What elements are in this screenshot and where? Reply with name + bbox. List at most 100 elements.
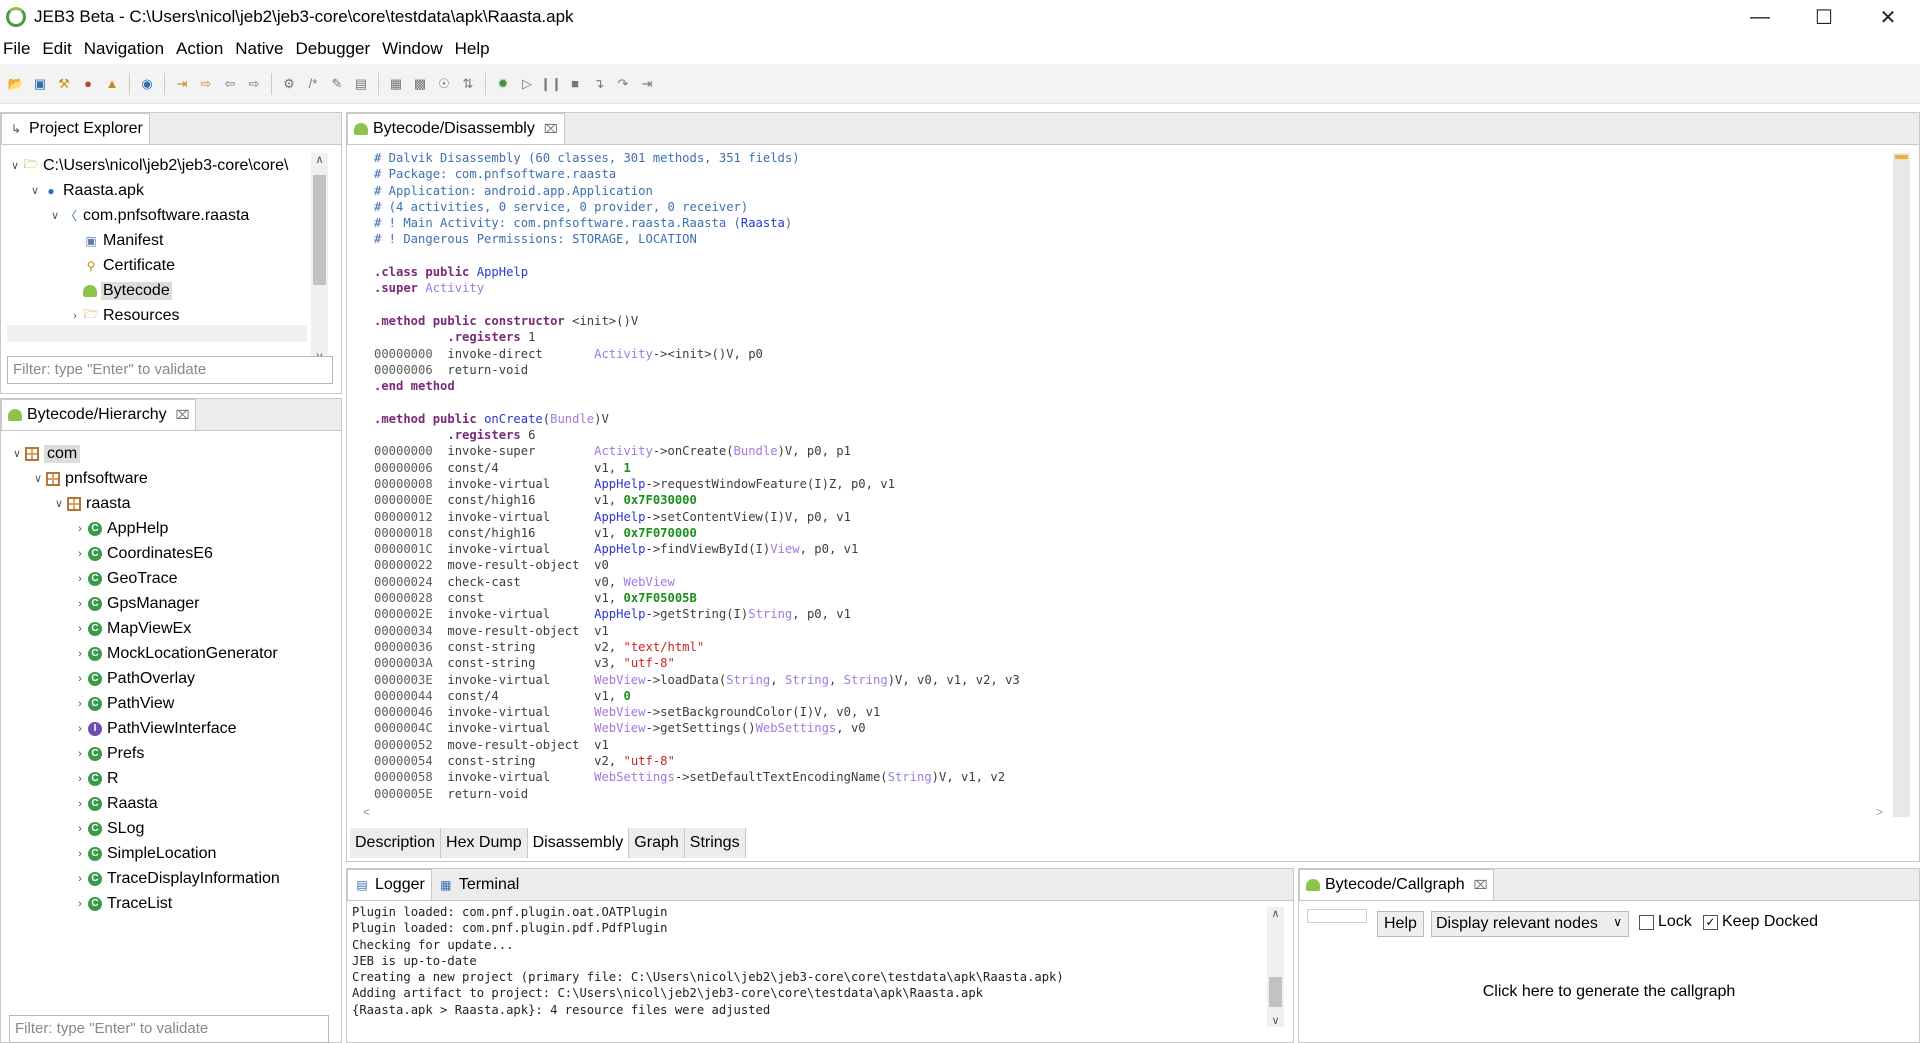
hierarchy-tree-item[interactable]: ∨ pnfsoftware — [9, 466, 329, 491]
hierarchy-tree-item[interactable]: ∨ com — [9, 441, 329, 466]
code-line[interactable]: 00000046 invoke-virtual WebView->setBack… — [374, 704, 1884, 720]
tab-graph[interactable]: Graph — [629, 828, 685, 858]
project-tree-item[interactable]: Bytecode — [7, 278, 313, 303]
code-line[interactable] — [374, 394, 1884, 410]
tab-strings[interactable]: Strings — [685, 828, 746, 858]
code-line[interactable]: .registers 6 — [374, 427, 1884, 443]
hierarchy-tree-item[interactable]: › C PathView — [9, 691, 329, 716]
code-line[interactable]: # ! Dangerous Permissions: STORAGE, LOCA… — [374, 231, 1884, 247]
minimize-button[interactable]: — — [1728, 0, 1792, 34]
code-line[interactable]: 00000024 check-cast v0, WebView — [374, 574, 1884, 590]
chevron-down-icon[interactable]: ∨ — [9, 447, 25, 460]
code-line[interactable]: 00000000 invoke-direct Activity-><init>(… — [374, 346, 1884, 362]
scroll-down-arrow-icon[interactable]: ∨ — [1267, 1014, 1284, 1027]
tab-bytecode-disassembly[interactable]: Bytecode/Disassembly ⌧ — [347, 113, 565, 144]
tab-disassembly[interactable]: Disassembly — [527, 828, 630, 858]
project-tree-item[interactable]: ∨ 🗁 C:\Users\nicol\jeb2\jeb3-core\core\ — [7, 153, 313, 178]
hierarchy-tree-item[interactable]: › C TraceDisplayInformation — [9, 866, 329, 891]
chevron-right-icon[interactable]: › — [67, 310, 83, 322]
logger-vertical-scrollbar[interactable]: ∧ ∨ — [1267, 907, 1284, 1027]
project-tree-item[interactable]: ⚲ Certificate — [7, 253, 313, 278]
scrollbar-thumb[interactable] — [1269, 977, 1282, 1007]
generate-callgraph-link[interactable]: Click here to generate the callgraph — [1299, 983, 1919, 1001]
run-icon[interactable]: ▷ — [517, 74, 537, 94]
project-tree-item[interactable]: ∨ 〈 com.pnfsoftware.raasta — [7, 203, 313, 228]
project-tree-vertical-scrollbar[interactable]: ∧ ∨ — [311, 153, 328, 363]
follow-icon[interactable]: ⇨ — [196, 74, 216, 94]
parse-icon[interactable]: ⚙ — [279, 74, 299, 94]
tab-description[interactable]: Description — [350, 828, 442, 858]
tab-logger[interactable]: ▤ Logger — [347, 869, 432, 900]
editor-vertical-scrollbar[interactable] — [1893, 153, 1910, 817]
chevron-right-icon[interactable]: › — [72, 773, 88, 785]
chevron-right-icon[interactable]: › — [72, 848, 88, 860]
chevron-right-icon[interactable]: › — [72, 573, 88, 585]
maximize-button[interactable]: ☐ — [1792, 0, 1856, 34]
chevron-right-icon[interactable]: › — [72, 898, 88, 910]
menu-navigation[interactable]: Navigation — [80, 39, 172, 59]
code-line[interactable]: 00000034 move-result-object v1 — [374, 623, 1884, 639]
menu-native[interactable]: Native — [231, 39, 291, 59]
lock-checkbox[interactable]: Lock — [1639, 913, 1692, 931]
hierarchy-tree-item[interactable]: › C PathOverlay — [9, 666, 329, 691]
step-into-icon[interactable]: ↴ — [589, 74, 609, 94]
chevron-right-icon[interactable]: › — [72, 823, 88, 835]
chevron-down-icon[interactable]: ∨ — [27, 184, 43, 197]
tab-hex-dump[interactable]: Hex Dump — [441, 828, 528, 858]
chevron-right-icon[interactable]: › — [72, 548, 88, 560]
code-line[interactable]: 00000008 invoke-virtual AppHelp->request… — [374, 476, 1884, 492]
code-line[interactable]: 00000022 move-result-object v0 — [374, 557, 1884, 573]
chevron-down-icon[interactable]: ∨ — [30, 472, 46, 485]
chevron-right-icon[interactable]: › — [72, 748, 88, 760]
hierarchy-tree-item[interactable]: › C TraceList — [9, 891, 329, 916]
chevron-down-icon[interactable]: ∨ — [51, 497, 67, 510]
code-line[interactable]: 00000052 move-result-object v1 — [374, 737, 1884, 753]
code-line[interactable]: .method public constructor <init>()V — [374, 313, 1884, 329]
scroll-right-arrow-icon[interactable]: > — [1876, 805, 1883, 819]
code-line[interactable]: 00000000 invoke-super Activity->onCreate… — [374, 443, 1884, 459]
code-line[interactable]: 0000003E invoke-virtual WebView->loadDat… — [374, 672, 1884, 688]
keep-docked-checkbox[interactable]: ✓ Keep Docked — [1703, 913, 1818, 931]
hierarchy-tree-item[interactable]: ∨ raasta — [9, 491, 329, 516]
hierarchy-tree-item[interactable]: › C AppHelp — [9, 516, 329, 541]
tab-bytecode-callgraph[interactable]: Bytecode/Callgraph ⌧ — [1299, 869, 1495, 900]
code-line[interactable]: # Application: android.app.Application — [374, 183, 1884, 199]
code-line[interactable]: # Package: com.pnfsoftware.raasta — [374, 166, 1884, 182]
help-button[interactable]: Help — [1377, 911, 1424, 937]
code-line[interactable]: .method public onCreate(Bundle)V — [374, 411, 1884, 427]
code-line[interactable]: # Dalvik Disassembly (60 classes, 301 me… — [374, 150, 1884, 166]
code-line[interactable]: 00000036 const-string v2, "text/html" — [374, 639, 1884, 655]
step-over-icon[interactable]: ↷ — [613, 74, 633, 94]
chevron-right-icon[interactable]: › — [72, 623, 88, 635]
code-line[interactable]: 00000044 const/4 v1, 0 — [374, 688, 1884, 704]
decompile-icon[interactable]: ▤ — [351, 74, 371, 94]
close-tab-icon[interactable]: ⌧ — [176, 408, 190, 422]
code-line[interactable]: 00000058 invoke-virtual WebSettings->set… — [374, 769, 1884, 785]
code-line[interactable]: 0000000E const/high16 v1, 0x7F030000 — [374, 492, 1884, 508]
code-line[interactable]: 0000004C invoke-virtual WebView->getSett… — [374, 720, 1884, 736]
properties-icon[interactable]: ⚒ — [54, 74, 74, 94]
menu-action[interactable]: Action — [172, 39, 231, 59]
warning-icon[interactable]: ▲ — [102, 74, 122, 94]
chevron-right-icon[interactable]: › — [72, 648, 88, 660]
table-icon[interactable]: ▦ — [386, 74, 406, 94]
scroll-up-arrow-icon[interactable]: ∧ — [1267, 907, 1284, 920]
code-line[interactable]: .registers 1 — [374, 329, 1884, 345]
notifications-icon[interactable]: ● — [78, 74, 98, 94]
chevron-right-icon[interactable]: › — [72, 873, 88, 885]
navigate-back-icon[interactable]: ⇦ — [220, 74, 240, 94]
project-tree-item[interactable]: ∨ ● Raasta.apk — [7, 178, 313, 203]
menu-window[interactable]: Window — [378, 39, 450, 59]
logger-output[interactable]: Plugin loaded: com.pnf.plugin.oat.OATPlu… — [352, 904, 1064, 1018]
chevron-right-icon[interactable]: › — [72, 598, 88, 610]
hierarchy-tree-item[interactable]: › C SLog — [9, 816, 329, 841]
comment-icon[interactable]: /* — [303, 74, 323, 94]
pause-icon[interactable]: ❙❙ — [540, 74, 562, 94]
menu-edit[interactable]: Edit — [38, 39, 79, 59]
code-line[interactable]: 0000002E invoke-virtual AppHelp->getStri… — [374, 606, 1884, 622]
code-line[interactable]: # ! Main Activity: com.pnfsoftware.raast… — [374, 215, 1884, 231]
graph-icon[interactable]: ☉ — [434, 74, 454, 94]
code-line[interactable]: # (4 activities, 0 service, 0 provider, … — [374, 199, 1884, 215]
open-icon[interactable]: 📂 — [6, 74, 26, 94]
code-line[interactable] — [374, 297, 1884, 313]
